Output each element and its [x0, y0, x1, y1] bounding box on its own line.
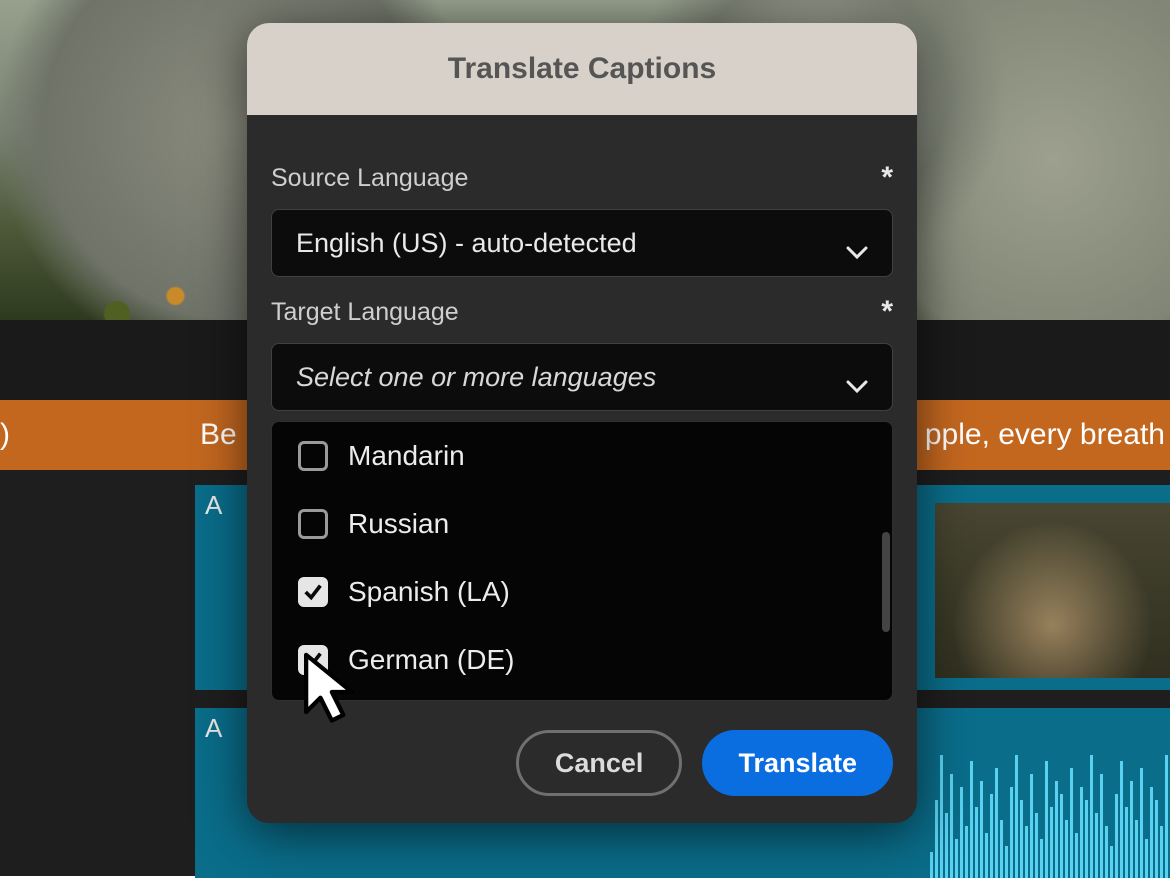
target-language-placeholder: Select one or more languages [296, 362, 656, 393]
option-label: Mandarin [348, 440, 465, 472]
target-language-label: Target Language [271, 298, 459, 327]
chevron-down-icon [846, 370, 868, 384]
required-asterisk-icon: * [881, 161, 893, 195]
target-language-options-listbox[interactable]: Mandarin Russian Spanish (LA) German (DE… [271, 421, 893, 701]
target-language-label-row: Target Language * [271, 295, 893, 329]
translate-button[interactable]: Translate [702, 730, 893, 796]
caption-clip-left-fragment: S) [0, 418, 10, 452]
dialog-title: Translate Captions [247, 23, 917, 115]
caption-clip-right-fragment: pple, every breath [925, 418, 1170, 452]
video-track-label: A [205, 490, 222, 521]
source-language-label: Source Language [271, 164, 468, 193]
scrollbar-thumb[interactable] [882, 532, 890, 632]
required-asterisk-icon: * [881, 295, 893, 329]
option-spanish-la[interactable]: Spanish (LA) [272, 558, 892, 626]
option-mandarin[interactable]: Mandarin [272, 422, 892, 490]
video-clip-thumbnail[interactable] [935, 503, 1170, 678]
audio-track-label: A [205, 713, 222, 744]
option-label: Spanish (LA) [348, 576, 510, 608]
cancel-button[interactable]: Cancel [516, 730, 683, 796]
checkbox-unchecked-icon[interactable] [298, 441, 328, 471]
source-language-value: English (US) - auto-detected [296, 228, 637, 259]
dialog-body: Source Language * English (US) - auto-de… [247, 115, 917, 701]
source-language-select[interactable]: English (US) - auto-detected [271, 209, 893, 277]
option-german-de[interactable]: German (DE) [272, 626, 892, 694]
checkbox-unchecked-icon[interactable] [298, 509, 328, 539]
source-language-label-row: Source Language * [271, 161, 893, 195]
audio-waveform [930, 748, 1170, 878]
option-label: German (DE) [348, 644, 514, 676]
target-language-select[interactable]: Select one or more languages [271, 343, 893, 411]
option-russian[interactable]: Russian [272, 490, 892, 558]
cursor-pointer-icon [300, 652, 358, 732]
option-label: Russian [348, 508, 449, 540]
chevron-down-icon [846, 236, 868, 250]
checkbox-checked-icon[interactable] [298, 577, 328, 607]
